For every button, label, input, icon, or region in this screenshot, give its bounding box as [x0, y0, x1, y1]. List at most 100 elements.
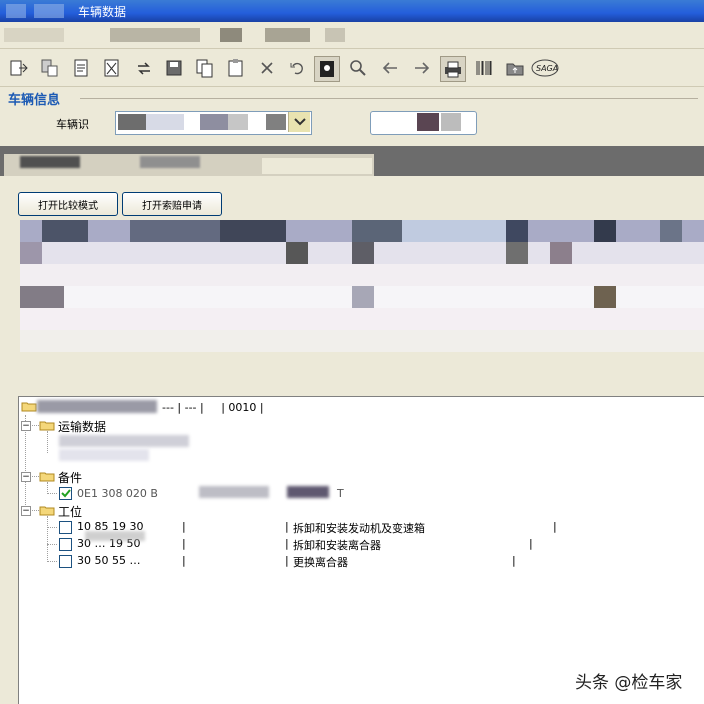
folder-upload-icon[interactable] [503, 56, 527, 80]
grid-cell [20, 286, 64, 308]
separator: | [285, 537, 289, 550]
menu-item[interactable] [4, 28, 64, 42]
tab-item[interactable] [140, 156, 200, 168]
grid-cell [130, 220, 220, 242]
separator: | [529, 537, 533, 550]
redaction-smudge [85, 531, 145, 541]
arrow-right-icon[interactable] [410, 56, 434, 80]
open-warranty-claim-button[interactable]: 打开索赔申请 [122, 192, 222, 216]
redacted-block [266, 114, 286, 130]
vehicle-secondary-field[interactable] [370, 111, 477, 135]
grid-cell [352, 220, 402, 242]
toolbar: SAGA [0, 50, 704, 87]
table-row[interactable] [20, 308, 704, 330]
collapse-toggle[interactable]: − [21, 421, 31, 431]
delete-icon[interactable] [255, 56, 279, 80]
tree-connector [47, 516, 48, 562]
separator: | [182, 520, 186, 533]
position-checkbox[interactable] [59, 538, 72, 551]
menu-item[interactable] [220, 28, 242, 42]
vehicle-id-label: 车辆识 [56, 118, 89, 131]
grid-cell [506, 220, 528, 242]
grid-cell [506, 242, 528, 264]
redacted-part-desc [199, 486, 269, 498]
arrow-left-icon[interactable] [378, 56, 402, 80]
menu-item[interactable] [265, 28, 310, 42]
info-book-icon[interactable] [314, 56, 340, 82]
grid-cell [660, 220, 682, 242]
position-desc: 拆卸和安装离合器 [293, 539, 381, 552]
menu-bar [0, 22, 704, 49]
edit-document-icon[interactable] [70, 56, 94, 80]
save-icon[interactable] [162, 56, 186, 80]
redacted-child [59, 449, 149, 461]
barcode-icon[interactable] [472, 56, 496, 80]
menu-item[interactable] [325, 28, 345, 42]
tree-connector [47, 527, 57, 528]
cancel-document-icon[interactable] [100, 56, 124, 80]
window-title: 车辆数据 [78, 5, 127, 19]
part-tail: T [337, 487, 344, 500]
part-checkbox[interactable] [59, 487, 72, 500]
table-row[interactable] [20, 330, 704, 352]
paste-icon[interactable] [224, 56, 248, 80]
tree-node-parts[interactable]: 备件 [58, 469, 82, 486]
position-desc: 更换离合器 [293, 556, 348, 569]
table-row[interactable] [20, 264, 704, 286]
section-divider [80, 98, 698, 99]
tab-item-active[interactable] [262, 158, 372, 174]
collapse-toggle[interactable]: − [21, 506, 31, 516]
separator: | [285, 520, 289, 533]
open-compare-mode-button[interactable]: 打开比较模式 [18, 192, 118, 216]
grid-cell [20, 242, 42, 264]
chevron-down-icon[interactable] [288, 112, 310, 132]
data-grid[interactable] [20, 220, 704, 352]
separator: | [553, 520, 557, 533]
folder-icon [39, 505, 55, 516]
folder-icon [39, 420, 55, 431]
tab-strip [0, 146, 704, 176]
folder-icon [21, 401, 37, 412]
undo-icon[interactable] [285, 56, 309, 80]
grid-cell [402, 220, 512, 242]
tree-node-transport[interactable]: 运输数据 [58, 418, 106, 435]
tree-view[interactable]: --- | --- | | 0010 | − 运输数据 − 备件 0E1 308… [18, 396, 704, 704]
grid-cell [550, 242, 572, 264]
import-icon[interactable] [38, 56, 62, 80]
redacted-block [146, 114, 184, 130]
redacted-block [441, 113, 461, 131]
menu-item[interactable] [110, 28, 200, 42]
tab-item[interactable] [20, 156, 80, 168]
grid-cell [352, 242, 374, 264]
tree-node-positions[interactable]: 工位 [58, 503, 82, 520]
app-icon [6, 4, 26, 18]
copy-icon[interactable] [193, 56, 217, 80]
search-icon[interactable] [346, 56, 370, 80]
root-node-text: --- | --- | | 0010 | [162, 401, 264, 414]
grid-cell [594, 220, 616, 242]
redacted-root-label [37, 400, 157, 413]
grid-cell [352, 286, 374, 308]
print-icon[interactable] [440, 56, 466, 82]
position-checkbox[interactable] [59, 555, 72, 568]
transfer-icon[interactable] [132, 56, 156, 80]
folder-icon [39, 471, 55, 482]
part-code: 0E1 308 020 B [77, 487, 158, 500]
vehicle-id-combobox[interactable] [115, 111, 312, 135]
separator: | [512, 554, 516, 567]
grid-cell [42, 220, 88, 242]
redacted-part-desc [287, 486, 329, 498]
svg-text:SAGA: SAGA [536, 64, 558, 73]
redacted-block [228, 114, 248, 130]
grid-cell [286, 242, 308, 264]
grid-cell [594, 286, 616, 308]
title-blur [34, 4, 64, 18]
saga-icon[interactable]: SAGA [530, 56, 560, 80]
collapse-toggle[interactable]: − [21, 472, 31, 482]
position-checkbox[interactable] [59, 521, 72, 534]
tree-connector [47, 544, 57, 545]
position-code: 30 50 55 … [77, 554, 141, 567]
exit-icon[interactable] [6, 56, 30, 80]
title-bar: 车辆数据 [0, 0, 704, 22]
tree-connector [47, 561, 57, 562]
